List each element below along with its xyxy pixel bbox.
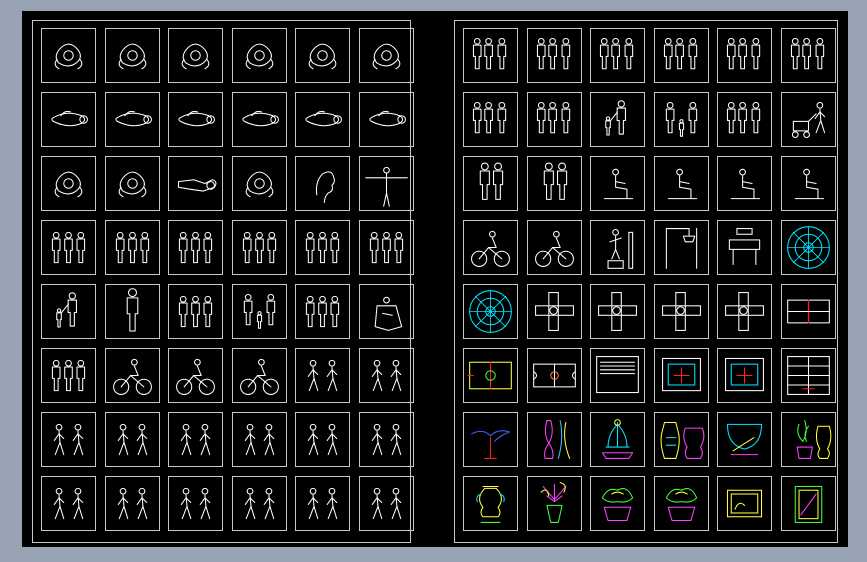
walking-people-icon (295, 348, 350, 403)
head-profile-icon (295, 156, 350, 211)
round-table-top-view-icon (463, 284, 518, 339)
person-lying-top-view-icon (41, 92, 96, 147)
round-table-top-view-icon (780, 220, 836, 275)
court-icon (717, 348, 772, 403)
fountain-icon (590, 412, 645, 467)
people-blocks-sheet (32, 20, 414, 543)
people-group-icon (717, 28, 772, 83)
seated-person-icon (653, 156, 709, 211)
window-grid-icon (780, 348, 836, 403)
walking-people-icon (41, 476, 96, 531)
walking-people-icon (358, 412, 414, 467)
people-group-icon (463, 92, 518, 147)
standing-people-outline-icon (295, 220, 350, 275)
seated-person-icon (717, 156, 772, 211)
planter-icon (590, 476, 645, 531)
bird-sculpture-icon (463, 412, 518, 467)
football-field-icon (463, 348, 518, 403)
person-top-view-icon (231, 28, 287, 83)
walking-people-icon (358, 476, 414, 531)
person-lying-top-view-icon (104, 92, 160, 147)
cyclist-icon (168, 348, 223, 403)
tennis-court-icon (780, 284, 836, 339)
court-icon (653, 348, 709, 403)
playground-top-view-icon (653, 284, 709, 339)
playground-top-view-icon (526, 284, 582, 339)
walking-people-icon (168, 476, 223, 531)
person-top-view-icon (168, 28, 223, 83)
standing-people-outline-icon (358, 220, 414, 275)
playground-top-view-icon (717, 284, 772, 339)
person-with-stroller-icon (780, 92, 836, 147)
cyclist-icon (463, 220, 518, 275)
arms-spread-figure-icon (358, 156, 414, 211)
person-lying-top-view-icon (168, 92, 223, 147)
person-reclining-icon (168, 156, 223, 211)
walking-people-icon (168, 412, 223, 467)
person-top-view-icon (358, 28, 414, 83)
standing-people-outline-icon (168, 220, 223, 275)
person-top-view-icon (41, 156, 96, 211)
couple-icon (526, 156, 582, 211)
people-group-icon (463, 28, 518, 83)
walking-people-icon (295, 412, 350, 467)
standing-people-outline-icon (41, 348, 96, 403)
furniture-blocks-sheet (454, 20, 838, 543)
standing-people-outline-icon (231, 220, 287, 275)
person-lying-top-view-icon (231, 92, 287, 147)
people-group-icon (526, 28, 582, 83)
person-lying-top-view-icon (358, 92, 414, 147)
vase-icon (526, 412, 582, 467)
adult-with-child-icon (590, 92, 645, 147)
cyclist-icon (104, 348, 160, 403)
person-top-view-icon (104, 156, 160, 211)
standing-people-outline-icon (168, 284, 223, 339)
basketball-court-icon (526, 348, 582, 403)
person-lying-top-view-icon (295, 92, 350, 147)
person-top-view-icon (41, 28, 96, 83)
potted-plant-icon (780, 412, 836, 467)
standing-person-icon (104, 284, 160, 339)
table-icon (717, 220, 772, 275)
basketball-hoop-icon (653, 220, 709, 275)
people-group-icon (717, 92, 772, 147)
person-top-view-icon (104, 28, 160, 83)
standing-people-outline-icon (295, 284, 350, 339)
flower-vase-icon (526, 476, 582, 531)
people-group-icon (653, 28, 709, 83)
standing-people-outline-icon (41, 220, 96, 275)
people-group-icon (780, 28, 836, 83)
walking-people-icon (358, 348, 414, 403)
adult-with-child-icon (41, 284, 96, 339)
family-group-icon (653, 92, 709, 147)
cyclist-icon (526, 220, 582, 275)
vase-pair-icon (653, 412, 709, 467)
people-group-icon (526, 92, 582, 147)
walking-people-icon (41, 412, 96, 467)
cabinet-icon (780, 476, 836, 531)
person-top-view-icon (231, 156, 287, 211)
planter-icon (653, 476, 709, 531)
wheelchair-user-icon (358, 284, 414, 339)
fish-bowl-icon (717, 412, 772, 467)
walking-people-icon (231, 412, 287, 467)
playground-top-view-icon (590, 284, 645, 339)
people-group-icon (590, 28, 645, 83)
cyclist-icon (231, 348, 287, 403)
couple-icon (463, 156, 518, 211)
person-top-view-icon (295, 28, 350, 83)
seated-person-icon (780, 156, 836, 211)
standing-people-outline-icon (104, 220, 160, 275)
statue-icon (590, 220, 645, 275)
walking-people-icon (104, 412, 160, 467)
seated-person-icon (590, 156, 645, 211)
walking-people-icon (231, 476, 287, 531)
urn-icon (463, 476, 518, 531)
family-group-icon (231, 284, 287, 339)
cad-drawing-area (22, 11, 848, 547)
picture-frame-icon (717, 476, 772, 531)
walking-people-icon (104, 476, 160, 531)
walking-people-icon (295, 476, 350, 531)
stage-icon (590, 348, 645, 403)
